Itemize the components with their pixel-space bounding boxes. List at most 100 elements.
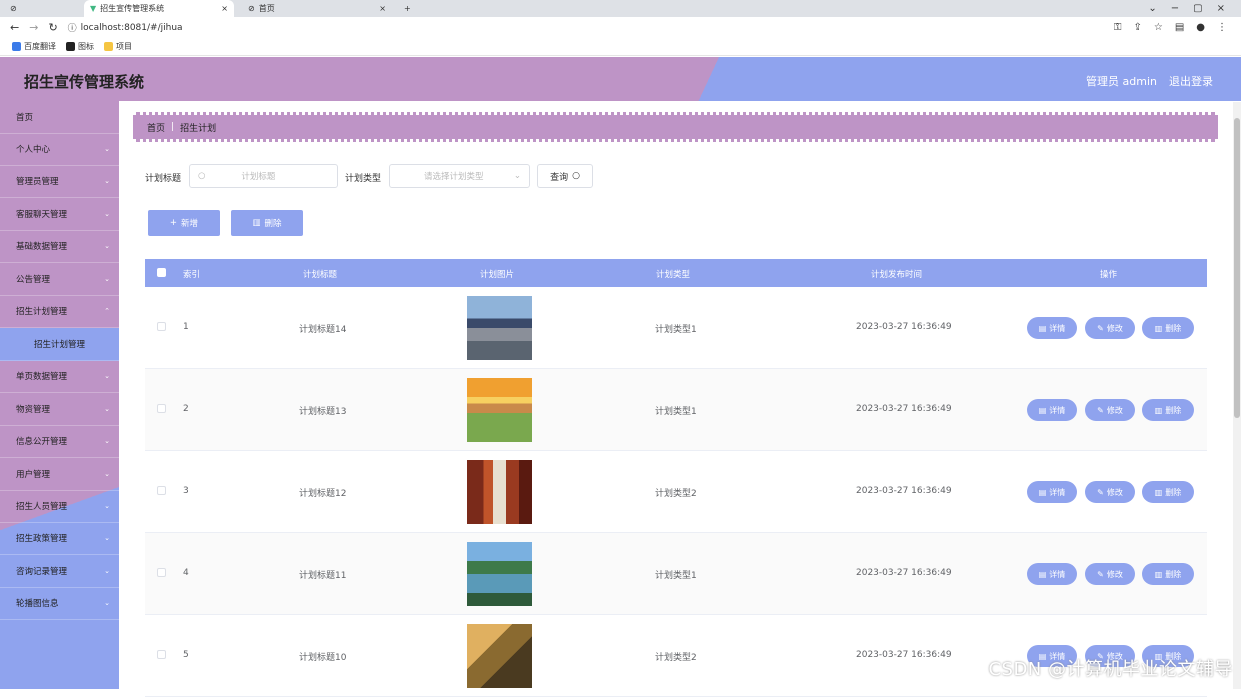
- edit-button[interactable]: ✎ 修改: [1085, 481, 1135, 503]
- minimize-icon[interactable]: −: [1171, 3, 1179, 14]
- new-tab-button[interactable]: +: [398, 0, 417, 17]
- chevron-down-icon[interactable]: ⌄: [1148, 3, 1156, 14]
- tab-label: 首页: [258, 4, 275, 13]
- key-icon[interactable]: ⚿: [1114, 22, 1122, 33]
- profile-icon[interactable]: ●: [1196, 22, 1205, 33]
- add-button[interactable]: + 新增: [148, 210, 220, 236]
- translate-icon: [12, 42, 21, 51]
- trash-icon: ▥: [1154, 405, 1163, 415]
- title-search-input[interactable]: ○ 计划标题: [189, 164, 338, 188]
- close-icon[interactable]: ×: [379, 4, 386, 13]
- sidebar-item-users[interactable]: 用户管理 ⌄: [0, 458, 119, 491]
- row-checkbox[interactable]: [157, 568, 166, 577]
- row-time: 2023-03-27 16:36:49: [856, 568, 952, 578]
- detail-button[interactable]: ▤ 详情: [1027, 317, 1077, 339]
- row-checkbox[interactable]: [157, 404, 166, 413]
- sidebar-item-profile[interactable]: 个人中心 ⌄: [0, 133, 119, 166]
- plan-image[interactable]: [467, 460, 532, 524]
- plus-icon: +: [169, 218, 178, 228]
- menu-icon[interactable]: ⋮: [1217, 22, 1227, 33]
- sidebar-item-basic-data[interactable]: 基础数据管理 ⌄: [0, 230, 119, 263]
- batch-delete-button[interactable]: ▥ 删除: [231, 210, 303, 236]
- edit-button[interactable]: ✎ 修改: [1085, 317, 1135, 339]
- type-select-placeholder: 请选择计划类型: [424, 172, 484, 182]
- tab-home[interactable]: ⊘ 首页 ×: [242, 0, 392, 17]
- delete-button[interactable]: ▥ 删除: [1142, 399, 1194, 421]
- forward-icon[interactable]: →: [29, 21, 38, 34]
- share-icon[interactable]: ⇪: [1133, 22, 1141, 33]
- image-icon: [66, 42, 75, 51]
- chevron-down-icon: ⌄: [104, 275, 110, 283]
- bookmark-item[interactable]: 百度翻译: [12, 41, 56, 52]
- logout-link[interactable]: 退出登录: [1169, 73, 1213, 89]
- bookmark-item[interactable]: 图标: [66, 41, 94, 52]
- query-button[interactable]: 查询 ○: [537, 164, 593, 188]
- type-filter-label: 计划类型: [345, 174, 382, 184]
- close-icon[interactable]: ×: [221, 4, 228, 13]
- bookmark-item[interactable]: 项目: [104, 41, 132, 52]
- plan-image[interactable]: [467, 378, 532, 442]
- maximize-icon[interactable]: ▢: [1193, 3, 1202, 14]
- folder-icon: [104, 42, 113, 51]
- detail-button[interactable]: ▤ 详情: [1027, 399, 1077, 421]
- delete-button[interactable]: ▥ 删除: [1142, 563, 1194, 585]
- star-icon[interactable]: ☆: [1154, 22, 1163, 33]
- delete-button[interactable]: ▥ 删除: [1142, 481, 1194, 503]
- row-title: 计划标题12: [299, 489, 347, 499]
- chevron-down-icon: ⌄: [104, 372, 110, 380]
- row-checkbox[interactable]: [157, 486, 166, 495]
- sidebar-item-disclosure[interactable]: 信息公开管理 ⌄: [0, 425, 119, 458]
- sidebar-item-plan[interactable]: 招生计划管理 ⌃: [0, 295, 119, 328]
- delete-button[interactable]: ▥ 删除: [1142, 317, 1194, 339]
- browser-menu-icon[interactable]: ⊘: [4, 0, 23, 17]
- detail-button[interactable]: ▤ 详情: [1027, 481, 1077, 503]
- plan-image[interactable]: [467, 542, 532, 606]
- url-text[interactable]: localhost:8081/#/jihua: [81, 23, 183, 33]
- scrollbar-thumb[interactable]: [1234, 118, 1240, 418]
- sidebar-item-home[interactable]: 首页: [0, 101, 119, 134]
- sidebar-subitem-plan[interactable]: 招生计划管理: [0, 328, 119, 361]
- sidebar-item-supplies[interactable]: 物资管理 ⌄: [0, 393, 119, 426]
- back-icon[interactable]: ←: [10, 21, 19, 34]
- close-window-icon[interactable]: ×: [1217, 3, 1225, 14]
- detail-button[interactable]: ▤ 详情: [1027, 563, 1077, 585]
- row-time: 2023-03-27 16:36:49: [856, 322, 952, 332]
- chevron-down-icon: ⌄: [104, 145, 110, 153]
- sidepanel-icon[interactable]: ▤: [1175, 22, 1184, 33]
- detail-icon: ▤: [1038, 323, 1047, 333]
- tab-active[interactable]: ▼ 招生宣传管理系统 ×: [84, 0, 234, 17]
- breadcrumb-home[interactable]: 首页: [147, 121, 165, 134]
- app-title: 招生宣传管理系统: [24, 73, 145, 91]
- trash-icon: ▥: [1154, 487, 1163, 497]
- sidebar-item-chat[interactable]: 客服聊天管理 ⌄: [0, 198, 119, 231]
- table-row: 4 计划标题11 计划类型1 2023-03-27 16:36:49 ▤ 详情 ✎…: [145, 533, 1207, 615]
- sidebar-item-staff[interactable]: 招生人员管理 ⌄: [0, 490, 119, 523]
- sidebar-item-notice[interactable]: 公告管理 ⌄: [0, 263, 119, 296]
- row-checkbox[interactable]: [157, 650, 166, 659]
- header-index: 索引: [183, 270, 201, 280]
- sidebar-item-carousel[interactable]: 轮播图信息 ⌄: [0, 587, 119, 620]
- sidebar-item-admin[interactable]: 管理员管理 ⌄: [0, 165, 119, 198]
- chevron-down-icon: ⌄: [104, 534, 110, 542]
- globe-icon: ⊘: [248, 4, 255, 13]
- sidebar-item-single-page[interactable]: 单页数据管理 ⌄: [0, 360, 119, 393]
- row-type: 计划类型1: [655, 571, 697, 581]
- reload-icon[interactable]: ↻: [48, 21, 57, 34]
- chevron-down-icon: ⌄: [104, 210, 110, 218]
- sidebar-item-policy[interactable]: 招生政策管理 ⌄: [0, 522, 119, 555]
- row-checkbox[interactable]: [157, 322, 166, 331]
- sidebar-item-consult[interactable]: 咨询记录管理 ⌄: [0, 555, 119, 588]
- user-area: 管理员 admin 退出登录: [1086, 73, 1213, 89]
- select-all-checkbox[interactable]: [157, 268, 166, 277]
- plan-image[interactable]: [467, 296, 532, 360]
- bookmarks-bar: 百度翻译 图标 项目: [0, 38, 1241, 56]
- detail-icon: ▤: [1038, 569, 1047, 579]
- row-time: 2023-03-27 16:36:49: [856, 404, 952, 414]
- edit-button[interactable]: ✎ 修改: [1085, 563, 1135, 585]
- type-select[interactable]: 请选择计划类型 ⌄: [389, 164, 530, 188]
- header-time: 计划发布时间: [871, 270, 923, 280]
- edit-icon: ✎: [1097, 405, 1104, 415]
- edit-icon: ✎: [1097, 569, 1104, 579]
- plan-image[interactable]: [467, 624, 532, 688]
- edit-button[interactable]: ✎ 修改: [1085, 399, 1135, 421]
